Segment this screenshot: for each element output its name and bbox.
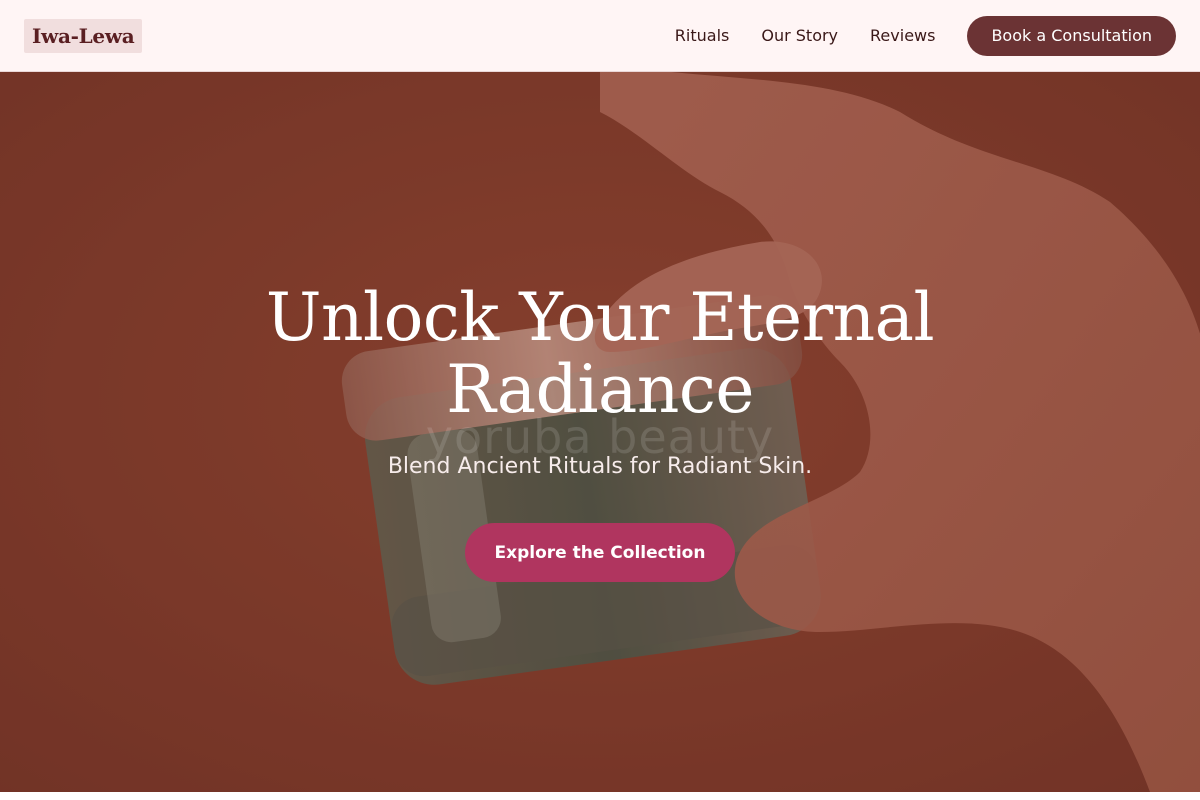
hero-title-line-1: Unlock Your Eternal — [265, 279, 935, 356]
top-navigation: Iwa-Lewa Rituals Our Story Reviews Book … — [0, 0, 1200, 72]
nav-link-our-story[interactable]: Our Story — [761, 26, 838, 45]
hero-title: Unlock Your Eternal Radiance — [150, 282, 1050, 426]
explore-collection-button[interactable]: Explore the Collection — [465, 523, 735, 582]
brand-logo[interactable]: Iwa-Lewa — [24, 18, 143, 53]
nav-link-reviews[interactable]: Reviews — [870, 26, 935, 45]
hero-subtitle: Blend Ancient Rituals for Radiant Skin. — [387, 454, 813, 479]
page-bottom-edge — [0, 792, 1200, 800]
nav-link-rituals[interactable]: Rituals — [675, 26, 730, 45]
hero-section: Unlock Your Eternal Radiance yoruba beau… — [0, 72, 1200, 792]
book-consultation-button[interactable]: Book a Consultation — [967, 15, 1176, 56]
hero-content: Unlock Your Eternal Radiance yoruba beau… — [0, 72, 1200, 792]
nav-menu: Rituals Our Story Reviews Book a Consult… — [675, 15, 1176, 56]
